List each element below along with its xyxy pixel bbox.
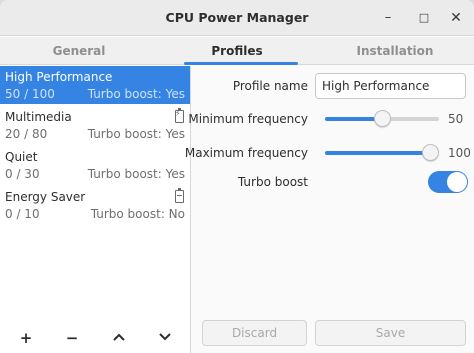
tab-general[interactable]: General <box>0 37 158 65</box>
profile-name: Quiet <box>5 150 38 164</box>
close-button[interactable]: ✕ <box>446 8 466 28</box>
max-frequency-slider[interactable] <box>325 143 439 163</box>
profile-range: 0 / 10 <box>5 207 40 221</box>
turbo-boost-switch[interactable] <box>428 171 468 193</box>
slider-fill <box>325 151 431 155</box>
tab-bar: General Profiles Installation <box>0 37 474 65</box>
active-tab-indicator <box>184 62 298 65</box>
profile-toolbar: + − <box>0 322 190 353</box>
window-title: CPU Power Manager <box>165 10 309 25</box>
profile-item-energy-saver[interactable]: Energy Saver 0 / 10 Turbo boost: No <box>0 186 190 224</box>
maximize-button[interactable]: □ <box>414 8 434 28</box>
discard-button[interactable]: Discard <box>202 320 307 346</box>
title-bar[interactable]: CPU Power Manager – □ ✕ <box>0 0 474 36</box>
profile-range: 20 / 80 <box>5 127 48 141</box>
slider-handle[interactable] <box>374 110 391 127</box>
battery-icon <box>175 188 184 203</box>
add-profile-button[interactable]: + <box>15 328 37 348</box>
profile-turbo: Turbo boost: Yes <box>87 167 185 181</box>
min-frequency-label: Minimum frequency <box>188 112 308 126</box>
tab-installation[interactable]: Installation <box>316 37 474 65</box>
profile-item-high-performance[interactable]: High Performance 50 / 100 Turbo boost: Y… <box>0 66 190 104</box>
battery-charging-icon <box>175 108 184 123</box>
profile-name: Energy Saver <box>5 190 86 204</box>
profile-range: 0 / 30 <box>5 167 40 181</box>
chevron-down-icon <box>159 333 171 341</box>
max-frequency-label: Maximum frequency <box>184 146 308 160</box>
profile-item-multimedia[interactable]: Multimedia 20 / 80 Turbo boost: Yes <box>0 106 190 144</box>
turbo-boost-label: Turbo boost <box>237 175 308 189</box>
slider-handle[interactable] <box>422 144 439 161</box>
min-frequency-slider[interactable] <box>325 109 439 129</box>
save-button[interactable]: Save <box>315 320 466 346</box>
switch-knob <box>447 172 467 192</box>
max-frequency-value: 100 <box>448 146 471 160</box>
profile-list: High Performance 50 / 100 Turbo boost: Y… <box>0 66 191 353</box>
profile-name-label: Profile name <box>232 79 308 93</box>
app-window: CPU Power Manager – □ ✕ General Profiles… <box>0 0 474 353</box>
tab-profiles[interactable]: Profiles <box>158 37 316 65</box>
profile-turbo: Turbo boost: Yes <box>87 127 185 141</box>
profile-name-input[interactable] <box>315 73 466 99</box>
chevron-up-icon <box>113 333 125 341</box>
min-frequency-value: 50 <box>448 112 464 126</box>
remove-profile-button[interactable]: − <box>61 328 83 348</box>
profile-name: High Performance <box>5 70 113 84</box>
move-down-button[interactable] <box>154 328 176 348</box>
profile-turbo: Turbo boost: Yes <box>87 87 185 101</box>
minimize-button[interactable]: – <box>378 8 398 28</box>
profile-name: Multimedia <box>5 110 72 124</box>
profile-editor: Profile name Minimum frequency 50 Maximu… <box>185 66 474 353</box>
profile-turbo: Turbo boost: No <box>90 207 185 221</box>
profile-item-quiet[interactable]: Quiet 0 / 30 Turbo boost: Yes <box>0 146 190 184</box>
profile-range: 50 / 100 <box>5 87 55 101</box>
move-up-button[interactable] <box>108 328 130 348</box>
